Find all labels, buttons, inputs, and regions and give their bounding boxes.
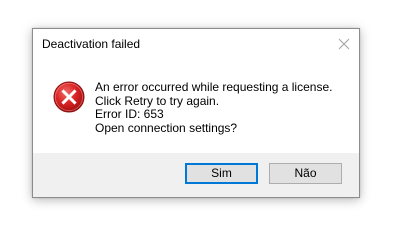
dialog-content: An error occurred while requesting a lic… [33, 59, 359, 154]
desktop-background: Deactivation failed An error occurred wh… [0, 0, 420, 252]
message-line-1: An error occurred while requesting a lic… [95, 80, 333, 94]
yes-button[interactable]: Sim [185, 163, 258, 184]
button-bar: Sim Não [33, 153, 359, 197]
message-line-3: Error ID: 653 [95, 107, 164, 121]
no-button[interactable]: Não [269, 163, 342, 184]
title-bar[interactable]: Deactivation failed [33, 29, 359, 59]
close-button[interactable] [329, 29, 359, 59]
error-message: An error occurred while requesting a lic… [95, 80, 333, 135]
close-icon [338, 38, 350, 50]
message-line-2: Click Retry to try again. [95, 93, 220, 108]
error-icon [53, 81, 85, 113]
message-dialog: Deactivation failed An error occurred wh… [32, 28, 360, 198]
message-line-4: Open connection settings? [95, 120, 238, 135]
dialog-title: Deactivation failed [42, 37, 141, 51]
